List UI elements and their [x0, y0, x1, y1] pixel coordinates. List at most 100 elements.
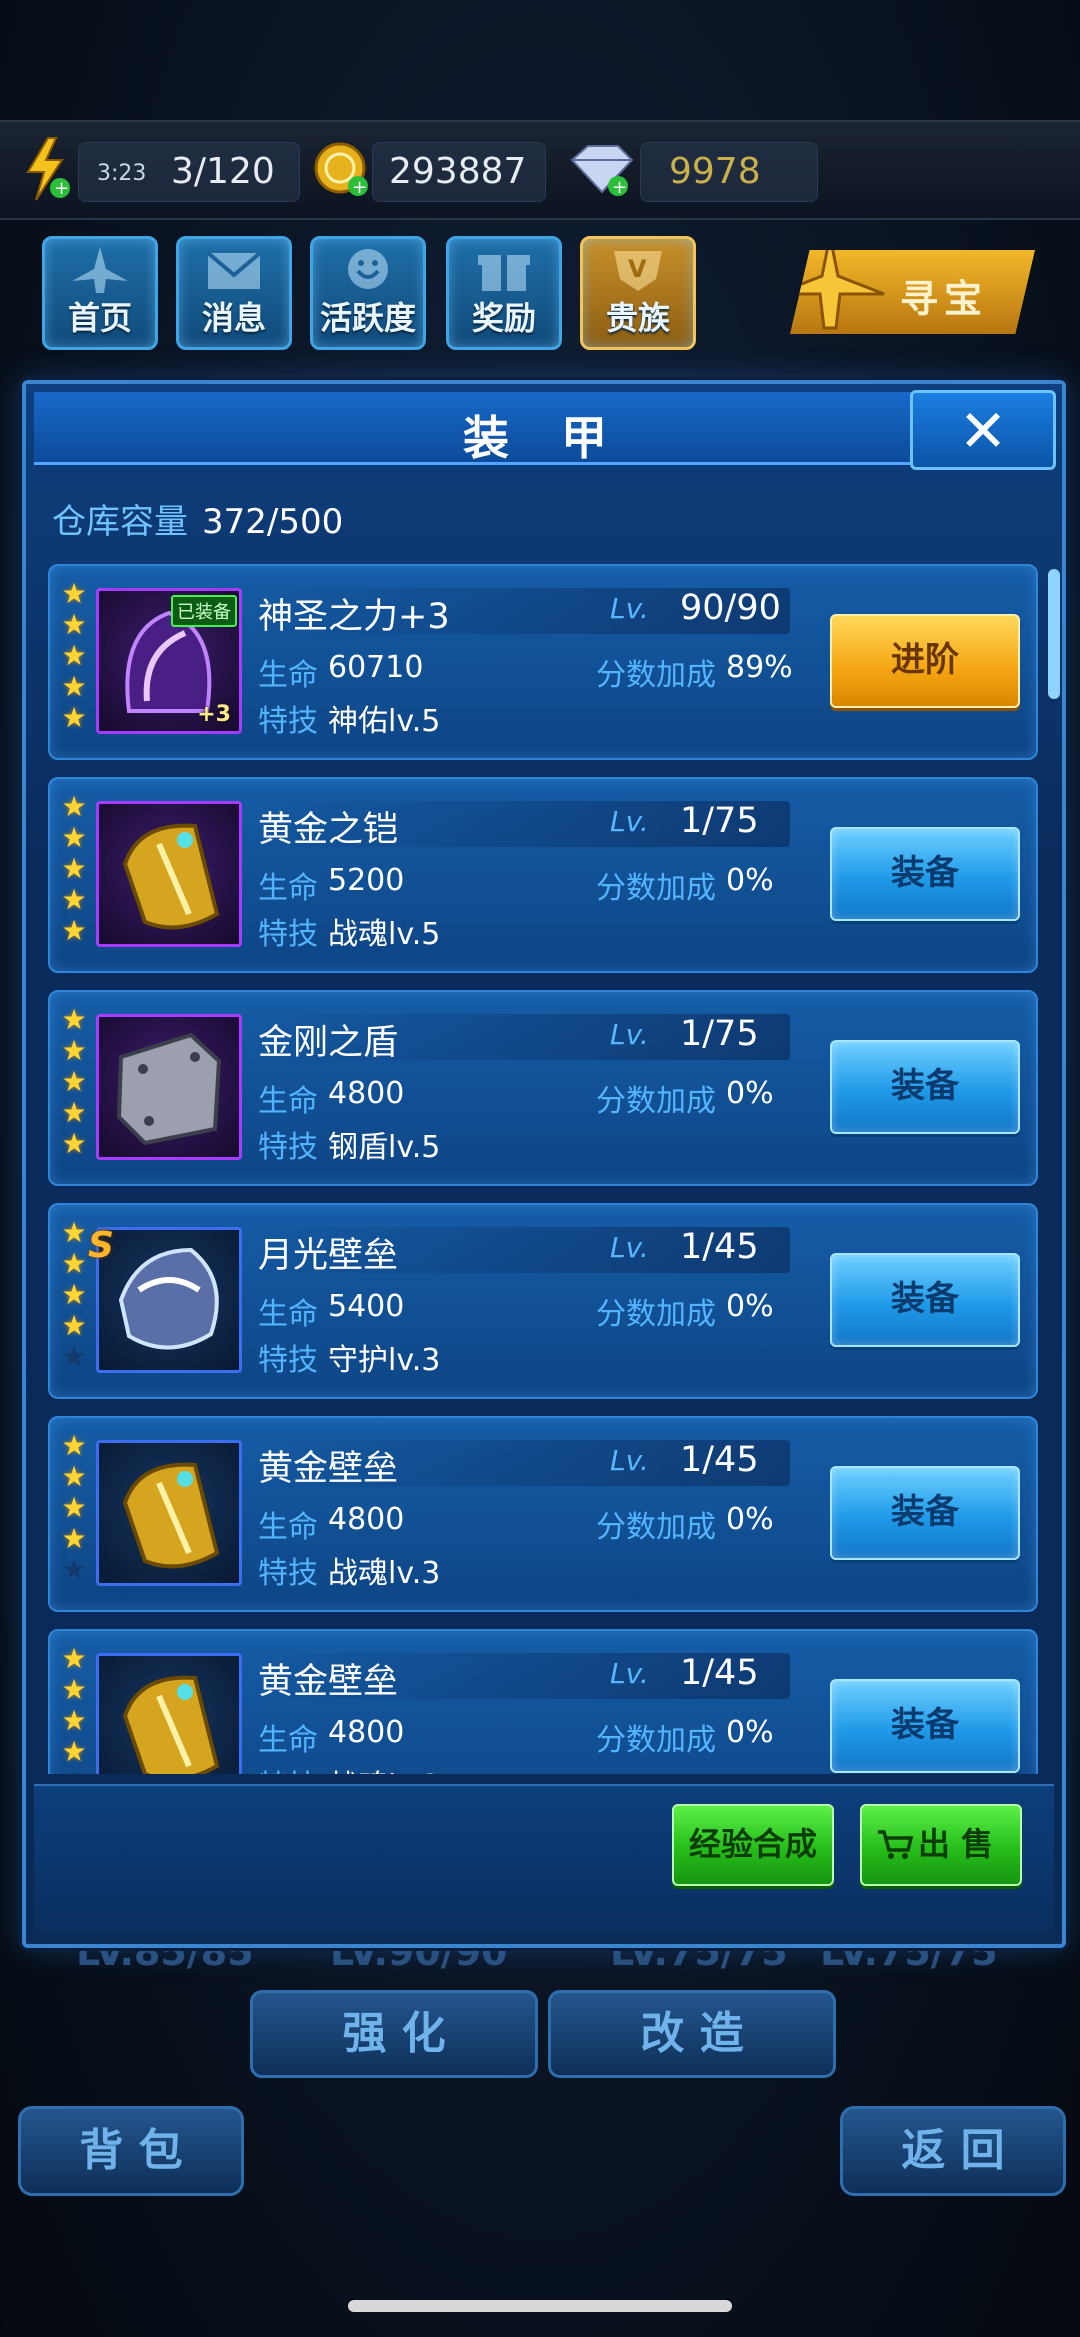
star-icon: ★ — [61, 1460, 87, 1493]
scrollbar-thumb[interactable] — [1048, 569, 1060, 699]
star-icon: ★ — [61, 821, 87, 854]
skill-label: 特技 — [258, 1130, 318, 1165]
star-icon: ★ — [61, 608, 87, 641]
back-button[interactable]: 返 回 — [840, 2106, 1066, 2196]
bonus-label: 分数加成 — [596, 871, 716, 906]
star-icon: ★ — [61, 883, 87, 916]
equip-button[interactable]: 装备 — [830, 1040, 1020, 1134]
plane-icon — [72, 247, 128, 293]
star-icon: ★ — [61, 790, 87, 823]
armor-card[interactable]: ★ ★ ★ ★ ★ 黄金壁垒 Lv. 1/45 生命 4800 分数加成 0% … — [48, 1416, 1038, 1612]
diamond-counter: 9978 — [640, 142, 818, 202]
star-icon: ★ — [61, 1735, 87, 1768]
treasure-hunt-label: 寻宝 — [900, 277, 989, 321]
star-icon: ★ — [61, 1522, 87, 1555]
equip-button[interactable]: 装备 — [830, 1466, 1020, 1560]
advance-button[interactable]: 进阶 — [830, 614, 1020, 708]
bonus-value: 0% — [726, 863, 774, 898]
treasure-hunt-button[interactable]: 寻宝 — [790, 250, 1035, 334]
bonus-label: 分数加成 — [596, 1297, 716, 1332]
smile-badge-icon — [348, 249, 388, 289]
hp-value: 4800 — [328, 1502, 405, 1537]
skill-label: 特技 — [258, 1556, 318, 1591]
hp-value: 60710 — [328, 650, 424, 685]
skill-value: 神佑lv.5 — [328, 704, 441, 739]
nav-rewards-button[interactable]: 奖励 — [446, 236, 562, 350]
nav-home-button[interactable]: 首页 — [42, 236, 158, 350]
lv-label: Lv. — [610, 1018, 649, 1051]
armor-icon[interactable] — [96, 1014, 242, 1160]
equip-button[interactable]: 装备 — [830, 1253, 1020, 1347]
skill-label: 特技 — [258, 1761, 318, 1774]
backpack-button[interactable]: 背 包 — [18, 2106, 244, 2196]
equip-button[interactable]: 装备 — [830, 1679, 1020, 1773]
lv-label: Lv. — [610, 805, 649, 838]
bonus-label: 分数加成 — [596, 1723, 716, 1758]
armor-card[interactable]: ★ ★ ★ ★ ★ S 月光壁垒 Lv. 1/45 生命 5400 分数加成 0… — [48, 1203, 1038, 1399]
exp-synthesis-button[interactable]: 经验合成 — [672, 1804, 834, 1886]
modify-button[interactable]: 改 造 — [548, 1990, 836, 2078]
star-icon: ★ — [61, 1309, 87, 1342]
hp-value: 4800 — [328, 1076, 405, 1111]
gold-counter: 293887 — [372, 142, 546, 202]
svg-text:+: + — [612, 177, 627, 198]
bonus-value: 0% — [726, 1502, 774, 1537]
armor-icon[interactable] — [96, 1440, 242, 1586]
armor-level: 1/45 — [680, 1440, 759, 1480]
nav-messages-button[interactable]: 消息 — [176, 236, 292, 350]
armor-card[interactable]: ★ ★ ★ ★ ★ 黄金之铠 Lv. 1/75 生命 5200 分数加成 0% … — [48, 777, 1038, 973]
skill-value: 战魂lv.5 — [328, 917, 441, 952]
jet-icon — [790, 250, 885, 330]
diamond-icon[interactable]: + — [566, 140, 636, 200]
nav-activity-label: 活跃度 — [319, 299, 416, 337]
gold-barrier-icon — [122, 1675, 220, 1774]
star-icon: ★ — [61, 1003, 87, 1036]
hp-label: 生命 — [258, 1084, 318, 1119]
armor-name: 黄金壁垒 — [258, 1449, 399, 1489]
lv-label: Lv. — [610, 1444, 649, 1477]
diamond-value: 9978 — [669, 151, 761, 192]
armor-icon[interactable] — [96, 801, 242, 947]
armor-icon[interactable] — [96, 1227, 242, 1373]
strengthen-button[interactable]: 强 化 — [250, 1990, 538, 2078]
capacity-label: 仓库容量 — [52, 502, 188, 542]
capacity-value: 372/500 — [202, 502, 344, 542]
armor-level: 1/75 — [680, 801, 759, 841]
modal-header: 装 甲 — [34, 392, 1054, 465]
skill-value: 守护lv.3 — [328, 1343, 441, 1378]
resource-bar: + 3:23 3/120 + 293887 + 9978 — [0, 120, 1080, 220]
armor-card[interactable]: ★ ★ ★ ★ ★ 黄金壁垒 Lv. 1/45 生命 4800 分数加成 0% … — [48, 1629, 1038, 1774]
armor-icon[interactable] — [96, 1653, 242, 1774]
armor-icon[interactable]: 已装备 +3 — [96, 588, 242, 734]
star-rating: ★ ★ ★ ★ ★ — [60, 1432, 90, 1587]
armor-name: 月光壁垒 — [258, 1236, 399, 1276]
armor-level: 1/75 — [680, 1014, 759, 1054]
equipped-badge: 已装备 — [171, 595, 237, 627]
nav-noble-button[interactable]: V 贵族 — [580, 236, 696, 350]
skill-label: 特技 — [258, 704, 318, 739]
energy-icon[interactable]: + — [20, 136, 70, 202]
sell-button[interactable]: 出 售 — [860, 1804, 1022, 1886]
star-icon: ★ — [61, 1065, 87, 1098]
hp-label: 生命 — [258, 1510, 318, 1545]
cart-icon — [878, 1830, 914, 1859]
gold-coin-icon[interactable]: + — [312, 138, 372, 200]
star-icon: ★ — [61, 914, 87, 947]
nav-activity-button[interactable]: 活跃度 — [310, 236, 426, 350]
star-icon: ★ — [61, 1642, 87, 1675]
armor-card[interactable]: ★ ★ ★ ★ ★ 金刚之盾 Lv. 1/75 生命 4800 分数加成 0% … — [48, 990, 1038, 1186]
moonlight-armor-icon — [118, 1247, 219, 1350]
close-button[interactable]: ✕ — [910, 390, 1056, 470]
gold-value: 293887 — [389, 151, 527, 192]
warehouse-capacity: 仓库容量 372/500 — [52, 494, 343, 543]
star-icon: ★ — [61, 852, 87, 885]
star-empty-icon: ★ — [61, 1553, 87, 1586]
armor-level: 1/45 — [680, 1653, 759, 1693]
energy-value: 3/120 — [171, 151, 275, 192]
armor-list[interactable]: ★ ★ ★ ★ ★ 已装备 +3 神圣之力+3 Lv. 90/90 生命 607… — [48, 564, 1048, 1774]
hp-label: 生命 — [258, 871, 318, 906]
star-icon: ★ — [61, 1673, 87, 1706]
hp-label: 生命 — [258, 1297, 318, 1332]
armor-card[interactable]: ★ ★ ★ ★ ★ 已装备 +3 神圣之力+3 Lv. 90/90 生命 607… — [48, 564, 1038, 760]
equip-button[interactable]: 装备 — [830, 827, 1020, 921]
